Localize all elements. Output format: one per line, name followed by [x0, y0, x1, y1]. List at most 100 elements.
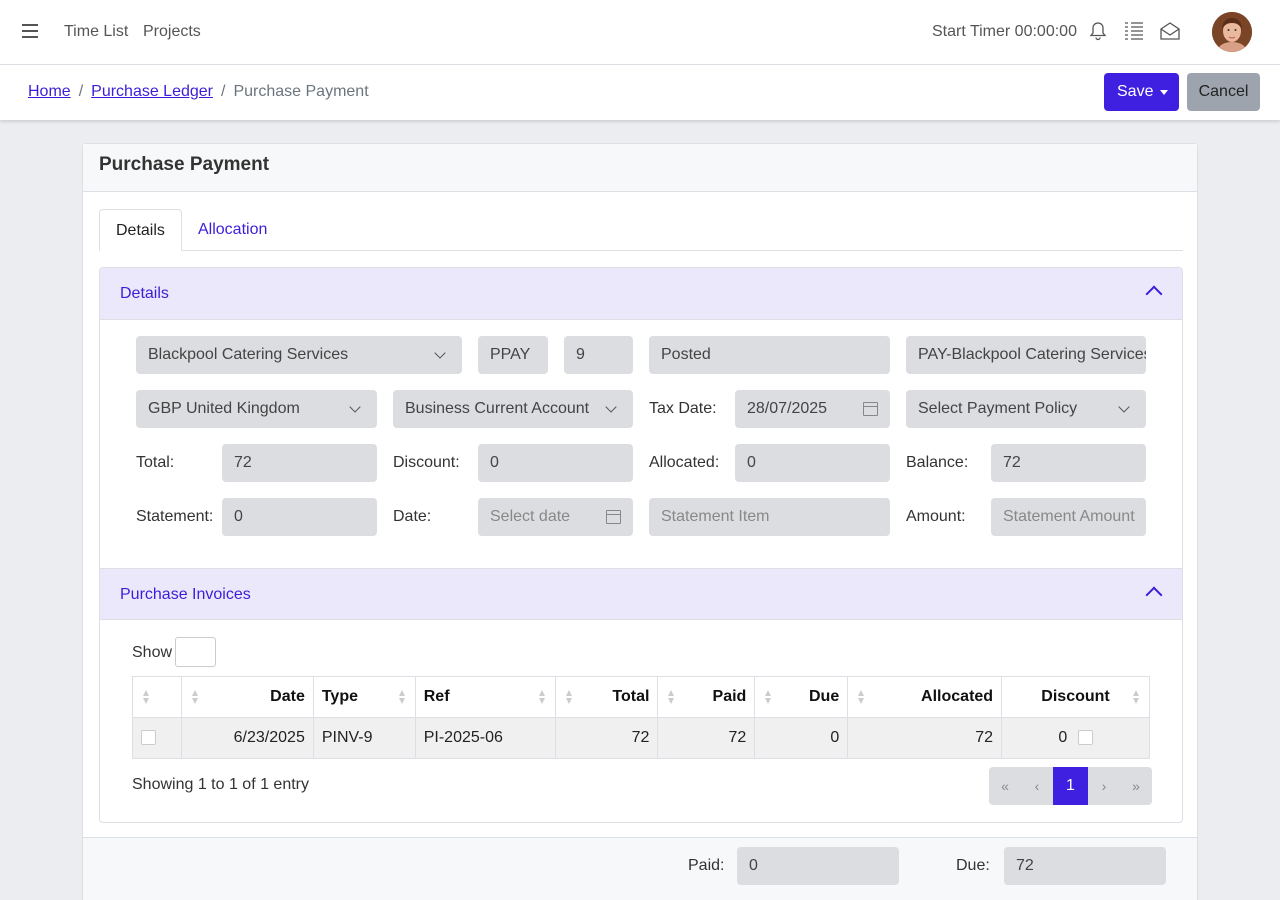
chevron-up-icon[interactable]	[1145, 586, 1163, 604]
details-section-title: Details	[120, 285, 169, 302]
col-due[interactable]: Due	[754, 676, 849, 718]
cell-ref: PI-2025-06	[414, 717, 556, 759]
statement-amount-field[interactable]: Statement Amount	[991, 498, 1146, 536]
status-field[interactable]: Posted	[649, 336, 890, 374]
save-button[interactable]: Save	[1104, 73, 1179, 111]
invoices-section-header[interactable]: Purchase Invoices	[100, 568, 1182, 620]
list-icon[interactable]	[1123, 20, 1145, 42]
chevron-up-icon[interactable]	[1145, 285, 1163, 303]
discount-label: Discount:	[393, 454, 460, 471]
row-checkbox-cell	[132, 717, 182, 759]
tax-date-value: 28/07/2025	[747, 400, 828, 417]
supplier-select[interactable]: Blackpool Catering Services	[136, 336, 462, 374]
cell-discount: 0	[1001, 717, 1150, 759]
balance-field[interactable]: 72	[991, 444, 1146, 482]
paid-field[interactable]: 0	[737, 847, 899, 885]
col-allocated-label: Allocated	[921, 688, 994, 705]
payment-policy-select[interactable]: Select Payment Policy	[906, 390, 1146, 428]
breadcrumb-current: Purchase Payment	[233, 83, 369, 100]
total-field[interactable]: 72	[222, 444, 377, 482]
cell-type: PINV-9	[312, 717, 416, 759]
page-length-select[interactable]	[175, 637, 216, 667]
due-field[interactable]: 72	[1004, 847, 1166, 885]
allocated-label: Allocated:	[649, 454, 720, 471]
col-discount-label: Discount	[1041, 688, 1110, 705]
calendar-icon[interactable]	[606, 510, 621, 524]
sort-icon	[565, 690, 572, 705]
pagination: « ‹ 1 › »	[989, 767, 1152, 805]
statement-item-field[interactable]: Statement Item	[649, 498, 890, 536]
nav-projects[interactable]: Projects	[143, 23, 201, 41]
menu-icon[interactable]	[22, 24, 38, 38]
col-select[interactable]	[132, 676, 182, 718]
start-timer[interactable]: Start Timer 00:00:00	[932, 23, 1077, 41]
page-current[interactable]: 1	[1053, 767, 1088, 805]
amount-label: Amount:	[906, 508, 966, 525]
col-date[interactable]: Date	[180, 676, 314, 718]
cancel-button[interactable]: Cancel	[1187, 73, 1260, 111]
tax-date-field[interactable]: 28/07/2025	[735, 390, 890, 428]
breadcrumb-home[interactable]: Home	[28, 83, 71, 100]
sort-icon	[398, 690, 405, 705]
number-field[interactable]: 9	[564, 336, 633, 374]
invoices-table: Date Type Ref Total Paid Due Allocated D…	[132, 676, 1150, 759]
col-type[interactable]: Type	[312, 676, 416, 718]
sort-icon	[191, 690, 198, 705]
currency-select[interactable]: GBP United Kingdom	[136, 390, 377, 428]
details-panel: Details Blackpool Catering Services PPAY…	[99, 267, 1183, 823]
breadcrumb-purchase-ledger[interactable]: Purchase Ledger	[91, 83, 213, 100]
page-next[interactable]: ›	[1088, 767, 1120, 805]
cell-date: 6/23/2025	[180, 717, 314, 759]
col-paid-label: Paid	[712, 688, 747, 705]
allocated-field[interactable]: 0	[735, 444, 890, 482]
sort-icon	[765, 690, 772, 705]
page-first[interactable]: «	[989, 767, 1021, 805]
balance-label: Balance:	[906, 454, 969, 471]
cell-paid: 72	[657, 717, 756, 759]
col-discount[interactable]: Discount	[1001, 676, 1150, 718]
col-allocated[interactable]: Allocated	[847, 676, 1003, 718]
bell-icon[interactable]	[1087, 20, 1109, 42]
table-row[interactable]: 6/23/2025 PINV-9 PI-2025-06 72 72 0 72 0	[132, 717, 1150, 759]
page-prev[interactable]: ‹	[1021, 767, 1053, 805]
col-ref-label: Ref	[423, 688, 450, 705]
nav-time-list[interactable]: Time List	[64, 23, 128, 41]
table-info: Showing 1 to 1 of 1 entry	[132, 776, 309, 793]
col-due-label: Due	[808, 688, 840, 705]
bank-account-select[interactable]: Business Current Account	[393, 390, 633, 428]
details-section-header[interactable]: Details	[100, 268, 1182, 320]
show-label: Show	[132, 644, 173, 661]
tab-details[interactable]: Details	[99, 209, 182, 251]
tab-bar: Details Allocation	[99, 209, 1183, 251]
sort-icon	[1133, 690, 1139, 705]
col-type-label: Type	[321, 688, 358, 705]
cell-allocated: 72	[847, 717, 1003, 759]
statement-field[interactable]: 0	[222, 498, 377, 536]
user-avatar[interactable]	[1212, 12, 1252, 52]
chevron-down-icon	[1160, 90, 1168, 95]
page-last[interactable]: »	[1120, 767, 1152, 805]
sort-icon	[143, 690, 149, 705]
cell-total: 72	[554, 717, 659, 759]
discount-value: 0	[1058, 729, 1068, 746]
sort-icon	[668, 690, 675, 705]
tab-allocation[interactable]: Allocation	[182, 209, 283, 251]
col-total[interactable]: Total	[554, 676, 659, 718]
type-field[interactable]: PPAY	[478, 336, 548, 374]
statement-label: Statement:	[136, 508, 214, 525]
totals-footer: Paid: 0 Due: 72	[83, 837, 1197, 900]
col-paid[interactable]: Paid	[657, 676, 756, 718]
mail-icon[interactable]	[1159, 20, 1181, 42]
statement-date-field[interactable]: Select date	[478, 498, 633, 536]
paid-label: Paid:	[688, 857, 725, 874]
reference-field[interactable]: PAY-Blackpool Catering Services	[906, 336, 1146, 374]
col-total-label: Total	[612, 688, 650, 705]
discount-field[interactable]: 0	[478, 444, 633, 482]
calendar-icon[interactable]	[863, 402, 878, 416]
date-placeholder: Select date	[490, 508, 571, 525]
row-checkbox[interactable]	[141, 730, 156, 746]
discount-checkbox[interactable]	[1077, 730, 1093, 746]
purchase-payment-card: Purchase Payment Details Allocation Deta…	[82, 143, 1198, 900]
save-label: Save	[1117, 83, 1154, 100]
col-ref[interactable]: Ref	[414, 676, 556, 718]
